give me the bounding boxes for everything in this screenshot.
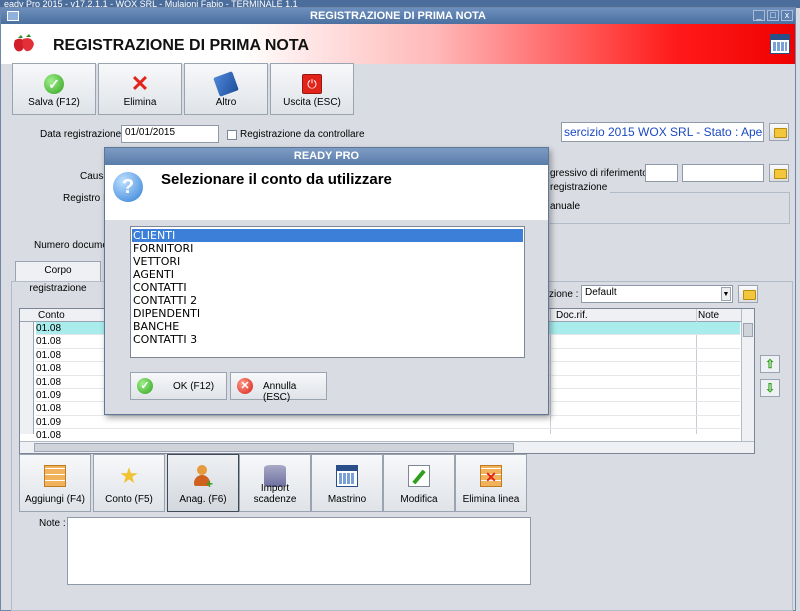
x-icon: ✕: [130, 71, 150, 96]
other-button[interactable]: Altro: [184, 63, 268, 115]
arrow-up-icon[interactable]: ⇧: [760, 355, 780, 373]
list-item[interactable]: VETTORI: [132, 255, 523, 268]
dialog-body: CLIENTI FORNITORI VETTORI AGENTI CONTATT…: [105, 220, 548, 414]
list-item[interactable]: DIPENDENTI: [132, 307, 523, 320]
modifica-button[interactable]: Modifica: [383, 454, 455, 512]
column-header-note[interactable]: Note: [698, 310, 719, 321]
folder-icon[interactable]: [769, 123, 789, 141]
list-item[interactable]: AGENTI: [132, 268, 523, 281]
calendar-icon: [336, 465, 358, 487]
folder-icon[interactable]: [738, 285, 758, 303]
mastrino-button[interactable]: Mastrino: [311, 454, 383, 512]
list-item[interactable]: CONTATTI 3: [132, 333, 523, 346]
visualizzazione-label: zione :: [549, 289, 579, 300]
header-banner: REGISTRAZIONE DI PRIMA NOTA: [1, 24, 795, 64]
edit-icon: [408, 465, 430, 487]
list-item[interactable]: CONTATTI 2: [132, 294, 523, 307]
add-row-button[interactable]: Aggiungi (F4): [19, 454, 91, 512]
question-icon: ?: [113, 172, 143, 202]
star-icon: ★: [119, 463, 139, 488]
close-button[interactable]: x: [781, 10, 793, 21]
calendar-icon[interactable]: [770, 34, 790, 54]
exit-icon: ⏻: [302, 74, 322, 94]
select-account-dialog: READY PRO ? Selezionare il conto da util…: [104, 147, 549, 415]
page-title: REGISTRAZIONE DI PRIMA NOTA: [53, 37, 309, 54]
column-header-conto[interactable]: Conto: [38, 310, 65, 321]
account-type-list[interactable]: CLIENTI FORNITORI VETTORI AGENTI CONTATT…: [130, 226, 525, 358]
exit-button[interactable]: ⏻ Uscita (ESC): [270, 63, 354, 115]
ok-button[interactable]: ✓ OK (F12): [130, 372, 227, 400]
delete-line-button[interactable]: ✕ Elimina linea: [455, 454, 527, 512]
progressivo-label: gressivo di riferimento :: [550, 168, 654, 179]
note-label: Note :: [39, 518, 66, 529]
table-row[interactable]: 01.09: [36, 416, 740, 430]
dialog-title: READY PRO: [105, 148, 548, 165]
arrow-down-icon[interactable]: ⇩: [760, 379, 780, 397]
user-add-icon: +: [192, 465, 214, 491]
progressivo-input-2[interactable]: [682, 164, 764, 182]
check-control-label: Registrazione da controllare: [240, 129, 365, 140]
note-textarea[interactable]: [67, 517, 531, 585]
strawberry-logo-icon: [11, 34, 37, 54]
maximize-button[interactable]: □: [767, 10, 779, 21]
horizontal-scrollbar[interactable]: [20, 441, 754, 453]
delete-grid-icon: ✕: [480, 465, 502, 487]
checkmark-icon: ✓: [44, 74, 64, 94]
list-item[interactable]: BANCHE: [132, 320, 523, 333]
date-label: Data registrazione :: [40, 129, 127, 140]
dialog-message: Selezionare il conto da utilizzare: [161, 171, 392, 188]
registrazione-group: [550, 192, 790, 224]
anag-button[interactable]: + Anag. (F6): [167, 454, 239, 512]
exercise-status: sercizio 2015 WOX SRL - Stato : Aperto: [561, 122, 764, 142]
add-grid-icon: [44, 465, 66, 487]
registrazione-group-label: registrazione: [550, 182, 611, 193]
conto-button[interactable]: ★ Conto (F5): [93, 454, 165, 512]
checkmark-icon: ✓: [137, 378, 153, 394]
folder-icon[interactable]: [769, 164, 789, 182]
list-item[interactable]: CLIENTI: [132, 229, 523, 242]
window-title: REGISTRAZIONE DI PRIMA NOTA: [1, 8, 795, 24]
progressivo-input-1[interactable]: [645, 164, 678, 182]
list-item[interactable]: CONTATTI: [132, 281, 523, 294]
book-icon: [213, 71, 239, 97]
column-header-docrif[interactable]: Doc.rif.: [556, 310, 588, 321]
save-button[interactable]: ✓ Salva (F12): [12, 63, 96, 115]
close-icon: ✕: [237, 378, 253, 394]
cancel-button[interactable]: ✕ Annulla (ESC): [230, 372, 327, 403]
list-item[interactable]: FORNITORI: [132, 242, 523, 255]
window-icon: [7, 11, 19, 21]
check-control-checkbox[interactable]: [227, 130, 237, 140]
visualizzazione-select[interactable]: Default ▼: [581, 285, 733, 303]
date-input[interactable]: 01/01/2015: [121, 125, 219, 143]
vertical-scrollbar[interactable]: [741, 309, 754, 441]
manuale-label: anuale: [550, 201, 581, 212]
import-scadenze-button[interactable]: Import scadenze: [239, 454, 311, 512]
tab-corpo-registrazione[interactable]: Corpo registrazione: [15, 261, 101, 294]
minimize-button[interactable]: _: [753, 10, 765, 21]
delete-button[interactable]: ✕ Elimina: [98, 63, 182, 115]
chevron-down-icon[interactable]: ▼: [721, 287, 731, 301]
